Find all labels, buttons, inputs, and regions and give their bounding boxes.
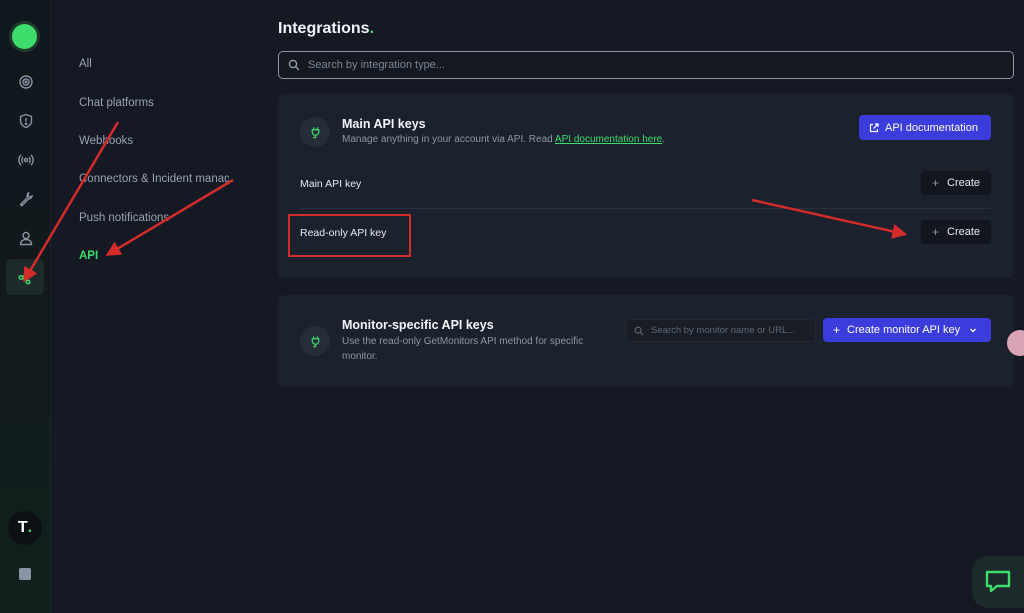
- icon-rail: T.: [0, 0, 51, 613]
- rail-item-status[interactable]: [0, 142, 51, 178]
- main-api-desc-suffix: .: [662, 134, 665, 145]
- api-documentation-label: API documentation: [885, 121, 978, 134]
- account-avatar[interactable]: T.: [8, 511, 42, 545]
- subnav-item-connectors[interactable]: Connectors & Incident manag: [79, 173, 229, 185]
- rail-item-integrations[interactable]: [6, 259, 44, 295]
- main-api-title: Main API keys: [342, 117, 426, 131]
- page-title-text: Integrations: [278, 20, 370, 37]
- annotation-highlight-box: [288, 214, 411, 257]
- monitor-api-plug-badge: [300, 326, 330, 356]
- create-monitor-api-key-button[interactable]: + Create monitor API key: [823, 318, 991, 342]
- page-title: Integrations.: [278, 20, 374, 38]
- main-api-description: Manage anything in your account via API.…: [342, 132, 665, 147]
- user-icon: [19, 231, 32, 246]
- subnav-item-all[interactable]: All: [79, 58, 229, 70]
- status-dot-icon[interactable]: [12, 24, 37, 49]
- rail-item-team[interactable]: [0, 220, 51, 256]
- search-icon: [288, 59, 300, 71]
- rail-item-monitors[interactable]: [0, 64, 51, 100]
- plus-icon: +: [833, 323, 841, 337]
- create-main-api-key-label: Create: [947, 177, 981, 189]
- plug-icon: [311, 335, 319, 347]
- plus-icon: +: [932, 176, 940, 190]
- page-title-dot: .: [369, 20, 375, 37]
- plug-icon: [311, 126, 319, 138]
- subnav-item-webhooks[interactable]: Webhooks: [79, 135, 229, 147]
- broadcast-icon: [17, 154, 34, 166]
- monitor-api-description: Use the read-only GetMonitors API method…: [342, 336, 584, 362]
- main-api-key-label: Main API key: [300, 178, 362, 190]
- search-icon: [634, 326, 644, 336]
- row-divider: [300, 208, 991, 209]
- integration-search[interactable]: [278, 51, 1014, 79]
- main-api-plug-badge: [300, 117, 330, 147]
- subnav-item-api[interactable]: API: [79, 250, 229, 262]
- share-icon: [18, 269, 32, 285]
- create-monitor-api-key-label: Create monitor API key: [847, 324, 961, 336]
- integration-search-input[interactable]: [308, 59, 988, 71]
- plus-icon: +: [932, 225, 940, 239]
- chevron-down-icon: [970, 328, 977, 333]
- avatar-initial: T: [17, 519, 28, 536]
- target-icon: [18, 75, 33, 89]
- wrench-icon: [19, 191, 33, 207]
- create-main-api-key-button[interactable]: + Create: [921, 171, 991, 195]
- main-api-desc-prefix: Manage anything in your account via API.…: [342, 134, 555, 145]
- avatar-dot: .: [27, 519, 33, 536]
- api-documentation-button[interactable]: API documentation: [859, 115, 991, 140]
- create-read-only-api-key-button[interactable]: + Create: [921, 220, 991, 244]
- shield-icon: [19, 113, 32, 129]
- monitor-search-input[interactable]: [651, 325, 811, 336]
- support-chat-button[interactable]: [972, 556, 1024, 608]
- logout-icon[interactable]: [19, 568, 31, 580]
- create-read-only-api-key-label: Create: [947, 226, 981, 238]
- monitor-api-title: Monitor-specific API keys: [342, 318, 494, 332]
- subnav-item-chat-platforms[interactable]: Chat platforms: [79, 97, 229, 109]
- rail-item-maintenance[interactable]: [0, 181, 51, 217]
- api-documentation-link[interactable]: API documentation here: [555, 134, 662, 145]
- monitor-search[interactable]: [625, 319, 816, 342]
- subnav-item-push-notifications[interactable]: Push notifications: [79, 212, 229, 224]
- chat-icon: [985, 570, 1011, 593]
- external-link-icon: [869, 122, 879, 132]
- rail-item-incidents[interactable]: [0, 103, 51, 139]
